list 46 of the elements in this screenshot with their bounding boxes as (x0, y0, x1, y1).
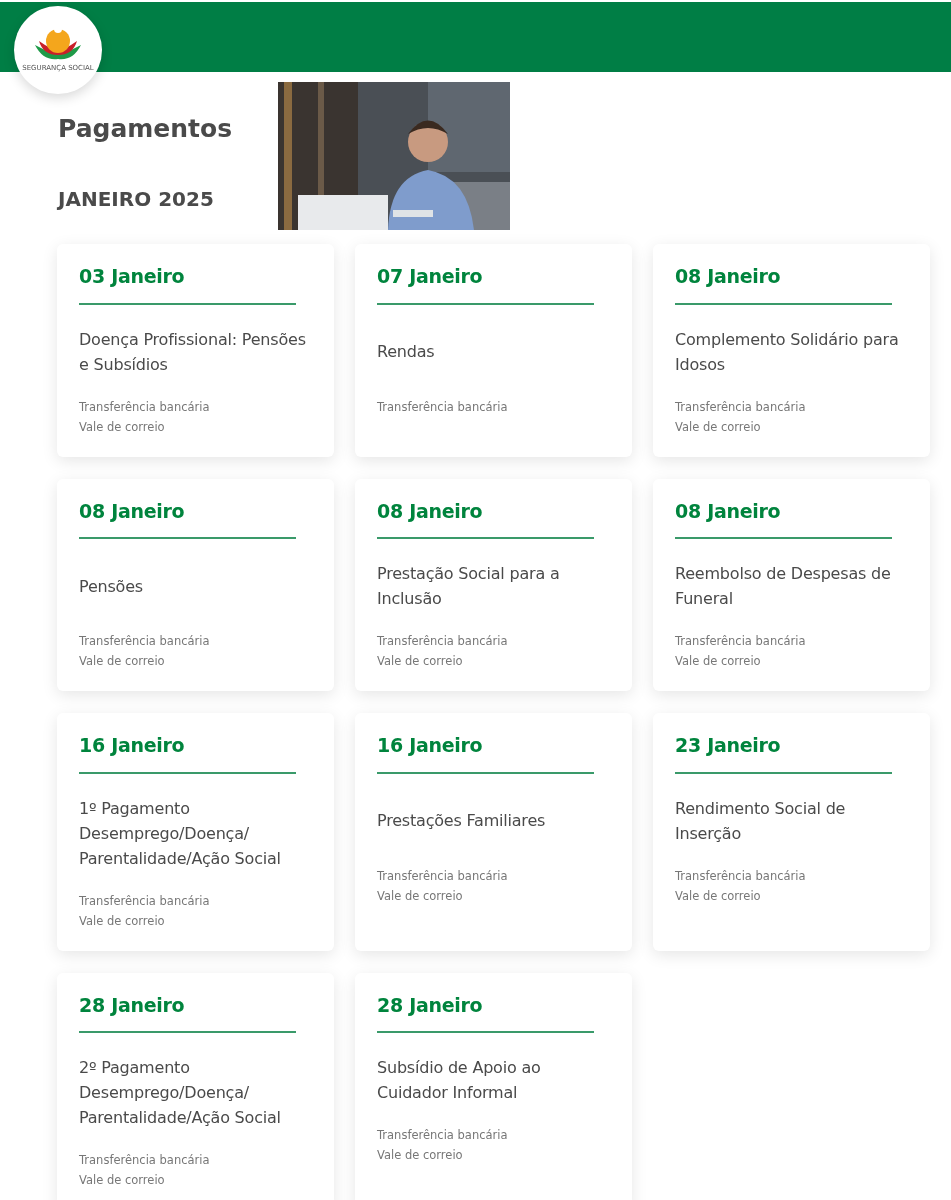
payment-method: Transferência bancária (675, 867, 807, 885)
payment-date: 28 Janeiro (377, 990, 594, 1033)
payment-method: Vale de correio (377, 653, 464, 670)
payment-date: 08 Janeiro (79, 496, 296, 539)
payment-method: Vale de correio (79, 653, 166, 670)
benefit-title: Rendas (377, 341, 435, 363)
payment-date: 23 Janeiro (675, 731, 892, 774)
payment-method: Vale de correio (377, 887, 464, 905)
benefit-title: Prestação Social para a Inclusão (377, 563, 561, 610)
payment-method: Vale de correio (675, 418, 762, 436)
benefit-title: Doença Profissional: Pensões e Subsídios (79, 328, 307, 376)
payment-method: Transferência bancária (377, 398, 509, 416)
logo-icon (33, 26, 83, 61)
payment-method: Vale de correio (79, 912, 166, 930)
payment-method: Vale de correio (675, 887, 762, 905)
benefit-title: 2º Pagamento Desemprego/Doença/ Parentalidade/Ação Social (79, 1057, 282, 1129)
payment-method: Transferência bancária (79, 892, 211, 910)
benefit-title: Reembolso de Despesas de Funeral (675, 563, 892, 610)
payment-date: 16 Janeiro (377, 731, 594, 774)
payment-date: 08 Janeiro (377, 496, 594, 539)
benefit-title: Rendimento Social de Inserção (675, 797, 847, 845)
month-heading: JANEIRO 2025 (58, 185, 215, 213)
payment-method: Vale de correio (377, 1147, 464, 1164)
payment-method: Transferência bancária (377, 1127, 509, 1144)
payment-method: Vale de correio (79, 1172, 166, 1189)
page-title: Pagamentos (58, 113, 233, 145)
payment-date: 07 Janeiro (377, 262, 594, 305)
payment-date: 16 Janeiro (79, 731, 296, 774)
benefit-title: Prestações Familiares (377, 810, 546, 832)
benefit-title: Pensões (79, 575, 143, 598)
benefit-title: Subsídio de Apoio ao Cuidador Informal (377, 1057, 542, 1104)
benefit-title: Complemento Solidário para Idosos (675, 328, 900, 376)
payment-method: Transferência bancária (79, 1152, 211, 1169)
benefit-title: 1º Pagamento Desemprego/Doença/ Parentalidade/Ação Social (79, 797, 282, 870)
payment-method: Transferência bancária (675, 398, 807, 416)
payment-date: 08 Janeiro (675, 496, 892, 539)
payment-method: Transferência bancária (377, 633, 509, 650)
payment-method: Vale de correio (675, 653, 762, 670)
payment-method: Transferência bancária (675, 633, 807, 650)
payment-method: Transferência bancária (377, 867, 509, 885)
payment-method: Transferência bancária (79, 398, 211, 416)
payment-date: 28 Janeiro (79, 990, 296, 1033)
payment-date: 08 Janeiro (675, 262, 892, 305)
payment-method: Transferência bancária (79, 633, 211, 650)
payment-method: Vale de correio (79, 418, 166, 436)
payment-date: 03 Janeiro (79, 262, 296, 305)
